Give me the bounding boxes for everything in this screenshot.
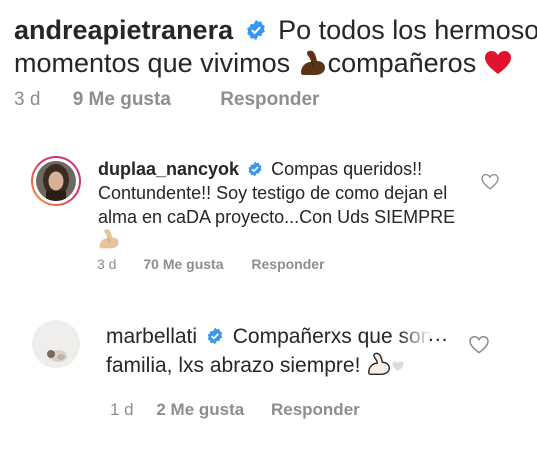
comment-1-likes[interactable]: 9 Me gusta xyxy=(73,89,171,111)
comment-3-time: 1 d xyxy=(110,400,134,419)
comment-1: andreapietranera Po todos los hermosos m… xyxy=(0,0,537,125)
avatar-marbellati[interactable] xyxy=(32,320,80,368)
white-heart-icon xyxy=(392,361,404,372)
like-heart-icon[interactable] xyxy=(469,336,489,354)
comment-1-meta: 3 d 9 Me gusta Responder xyxy=(14,89,319,111)
comment-3-likes[interactable]: 2 Me gusta xyxy=(156,400,244,419)
comment-2-text-3: alma en caDA proyecto...Con Uds SIEMPRE xyxy=(98,207,456,227)
red-heart-icon xyxy=(484,51,511,74)
comment-2-text-1: Compas queridos!! xyxy=(271,159,423,179)
comment-3-text-2: familia, lxs abrazo siempre! xyxy=(106,354,367,377)
comment-1-text-2b: compañeros xyxy=(327,48,484,78)
flexed-biceps-outline-icon xyxy=(368,352,391,375)
comment-1-reply-button[interactable]: Responder xyxy=(220,89,319,111)
comment-3-line-2: familia, lxs abrazo siempre! xyxy=(106,352,404,379)
flexed-biceps-light-icon xyxy=(99,229,119,249)
comment-2: duplaa_nancyok Compas queridos!! Contund… xyxy=(0,140,537,280)
comment-2-line-1: duplaa_nancyok Compas queridos!! xyxy=(98,158,422,180)
like-heart-icon[interactable] xyxy=(481,174,499,190)
comment-2-reply-button[interactable]: Responder xyxy=(251,256,324,272)
verified-badge-icon xyxy=(246,19,265,41)
comment-1-username[interactable]: andreapietranera xyxy=(14,15,233,45)
comment-3-username[interactable]: marbellati xyxy=(106,325,197,348)
comment-1-line-2: momentos que vivimos compañeros xyxy=(14,47,512,79)
comment-2-likes[interactable]: 70 Me gusta xyxy=(143,256,223,272)
comment-2-username[interactable]: duplaa_nancyok xyxy=(98,159,239,179)
flexed-biceps-dark-icon xyxy=(300,50,325,75)
verified-badge-icon xyxy=(207,327,223,345)
comment-3: marbellati Compañerxs que son ... famili… xyxy=(0,300,537,440)
comment-3-reply-button[interactable]: Responder xyxy=(271,400,360,419)
comment-1-text-1: Po todos los hermosos xyxy=(278,15,537,45)
comment-2-meta: 3 d 70 Me gusta Responder xyxy=(97,256,325,272)
verified-badge-icon xyxy=(248,161,262,177)
more-button[interactable]: ... xyxy=(428,322,449,348)
comment-1-line-1: andreapietranera Po todos los hermosos xyxy=(14,14,537,46)
avatar-duplaa-nancyok[interactable] xyxy=(31,156,81,206)
comment-3-meta: 1 d 2 Me gusta Responder xyxy=(110,400,360,420)
comment-2-time: 3 d xyxy=(97,256,117,272)
comment-1-time: 3 d xyxy=(14,89,41,110)
comment-1-text-2a: momentos que vivimos xyxy=(14,48,298,78)
comment-3-line-1: marbellati Compañerxs que son xyxy=(106,324,432,350)
comment-2-text-2: Contundente!! Soy testigo de como dejan … xyxy=(98,183,448,203)
